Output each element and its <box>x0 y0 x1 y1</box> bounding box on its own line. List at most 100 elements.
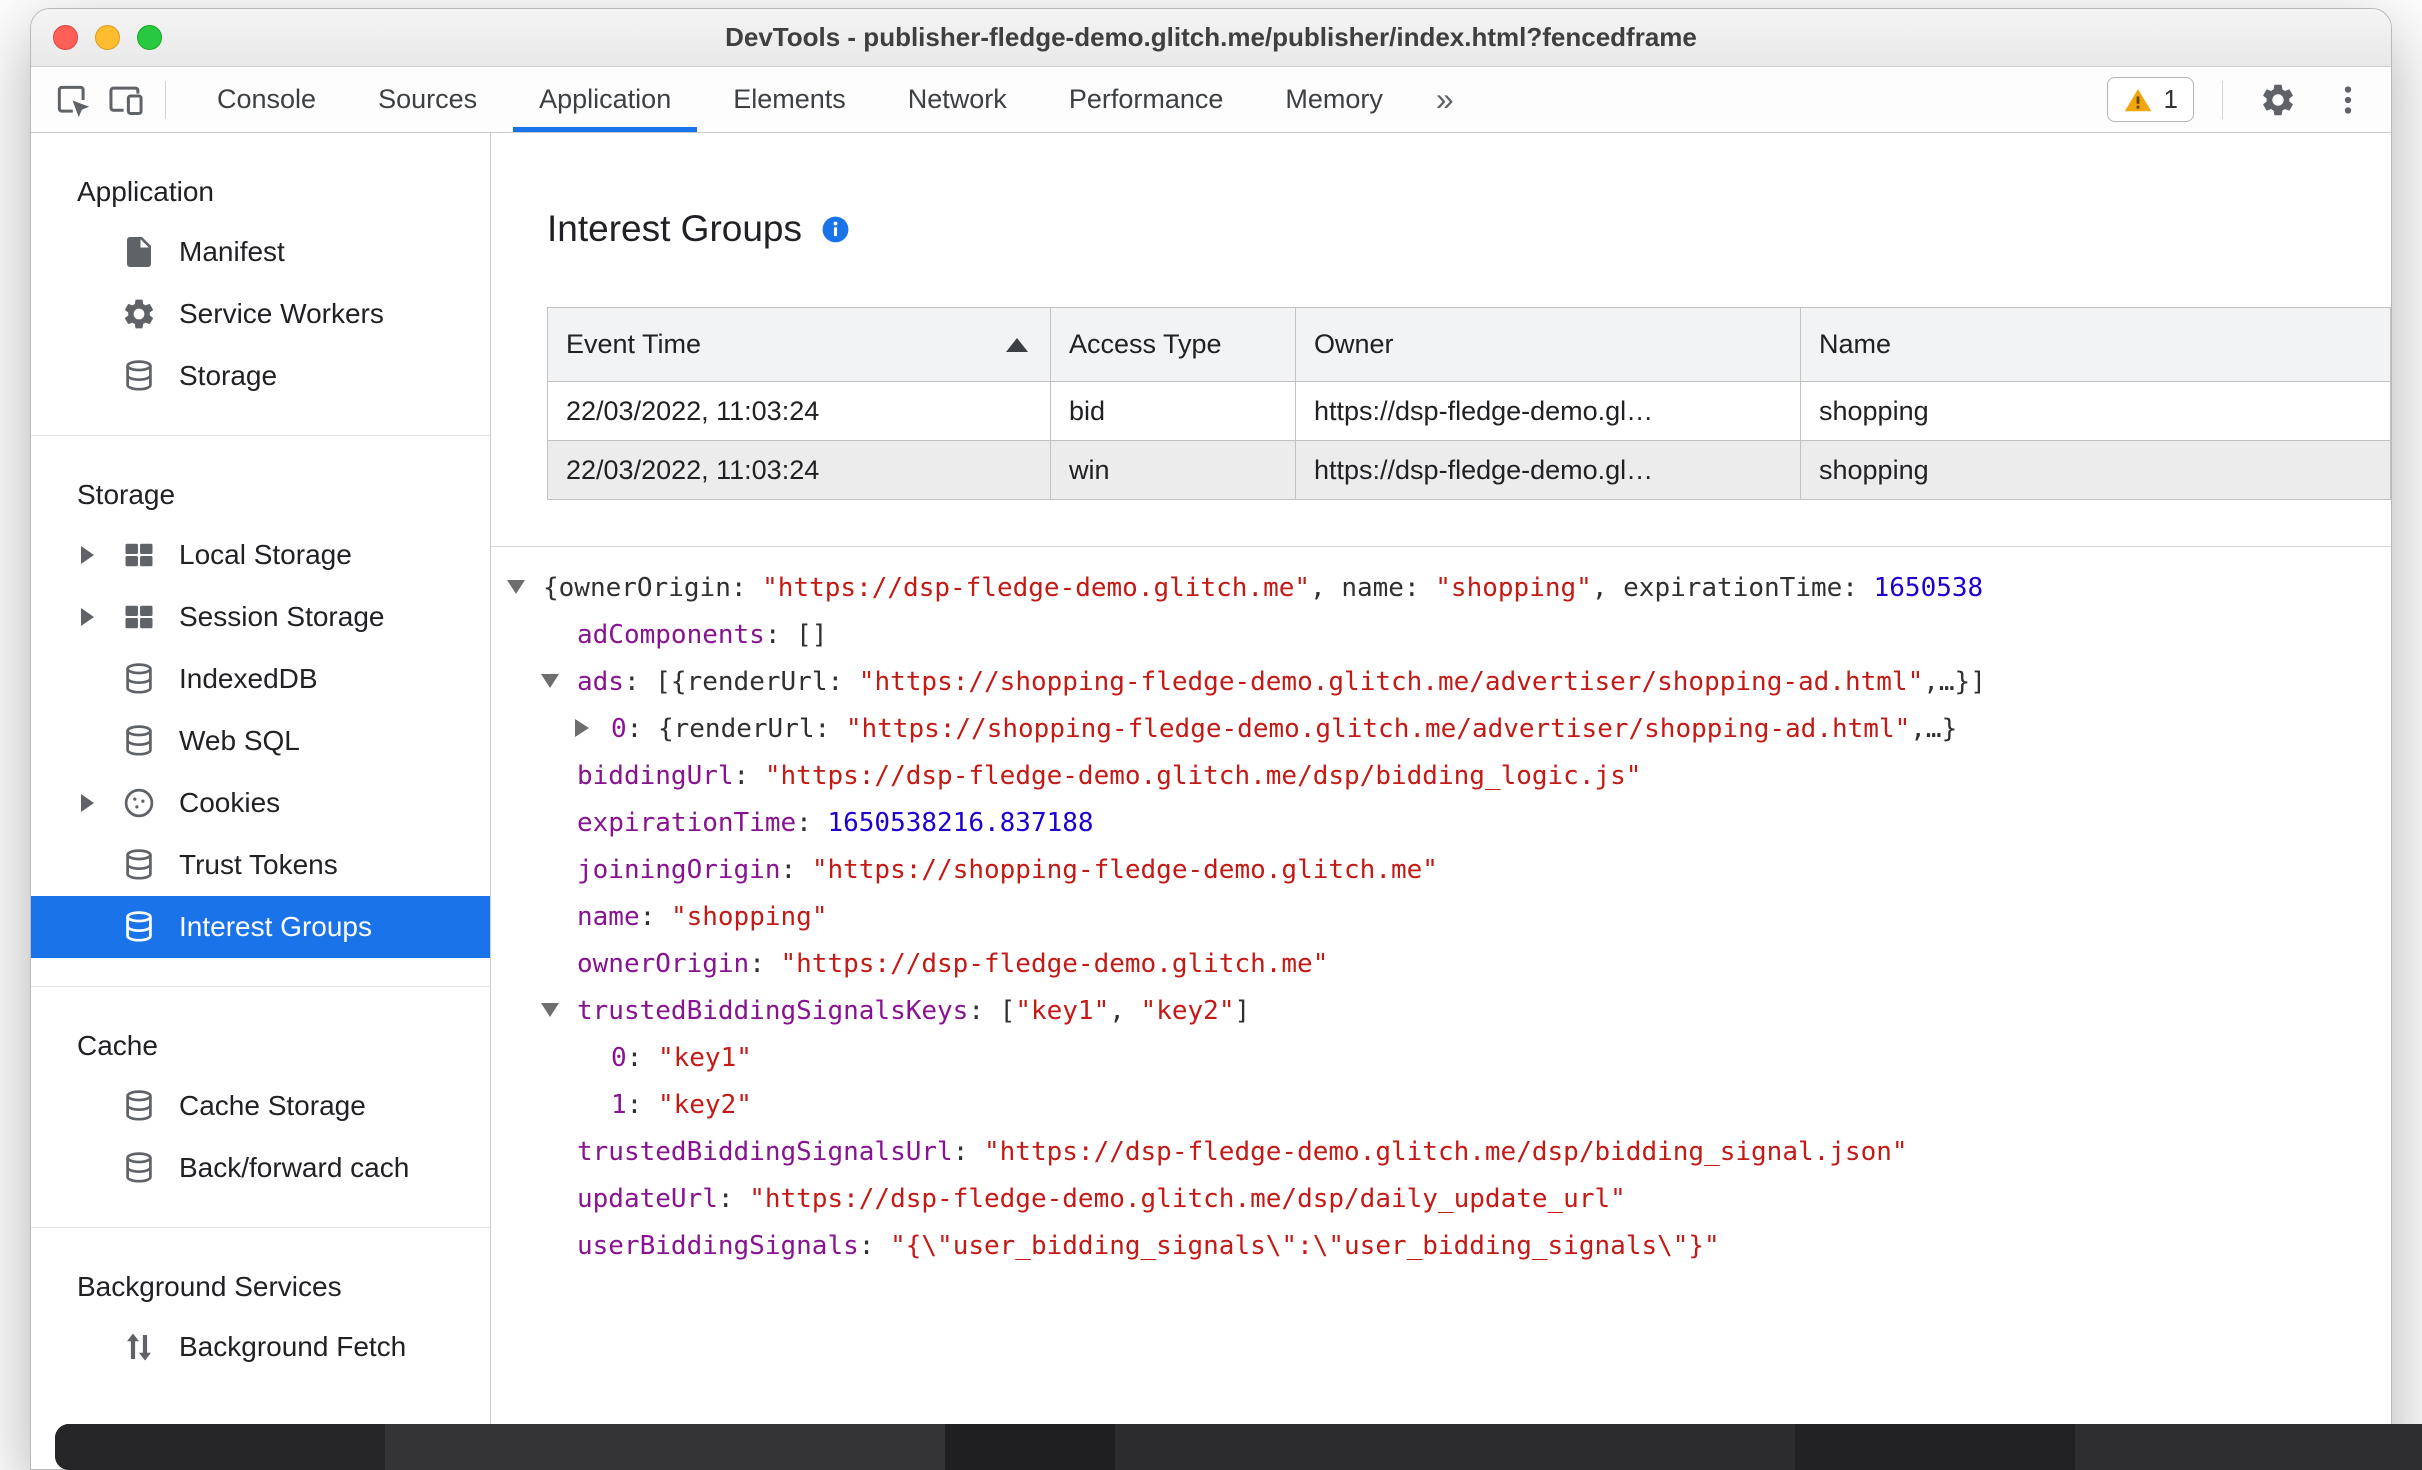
tab-application[interactable]: Application <box>508 67 702 132</box>
tree-line[interactable]: 0: "key1" <box>507 1035 2391 1082</box>
collapse-arrow-icon[interactable] <box>541 659 577 706</box>
panel-header: Interest Groups <box>547 203 2391 255</box>
table-icon <box>121 537 157 573</box>
settings-gear-icon[interactable] <box>2251 73 2305 127</box>
tab-sources[interactable]: Sources <box>347 67 508 132</box>
table-row[interactable]: 22/03/2022, 11:03:24 bid https://dsp-fledg… <box>547 381 2391 441</box>
interest-groups-panel: Interest Groups Event Time Access Type Own… <box>491 133 2391 1469</box>
sidebar-item-back-forward-cach[interactable]: Back/forward cach <box>31 1137 490 1199</box>
close-button[interactable] <box>53 25 78 50</box>
table-row[interactable]: 22/03/2022, 11:03:24 win https://dsp-fledg… <box>547 440 2391 500</box>
table-cell: https://dsp-fledge-demo.gl… <box>1295 440 1801 500</box>
sidebar-item-service-workers[interactable]: Service Workers <box>31 283 490 345</box>
tree-line[interactable]: expirationTime: 1650538216.837188 <box>507 800 2391 847</box>
column-label: Event Time <box>566 329 702 359</box>
punctuation: : <box>639 902 671 932</box>
database-icon <box>121 909 157 945</box>
object-tree: { ownerOrigin: "https://dsp-fledge-demo.g… <box>491 547 2391 1469</box>
punctuation: : <box>796 808 828 838</box>
punctuation: : <box>623 667 656 697</box>
sidebar-section-title: Application <box>77 176 214 207</box>
string-value: "key1" <box>1015 996 1110 1026</box>
tree-line[interactable]: adComponents: [] <box>507 612 2391 659</box>
tree-line[interactable]: updateUrl: "https://dsp-fledge-demo.glit… <box>507 1176 2391 1223</box>
table-cell: shopping <box>1800 381 2391 441</box>
sidebar-item-interest-groups[interactable]: Interest Groups <box>31 896 490 958</box>
more-options-icon[interactable] <box>2321 73 2375 127</box>
collapse-arrow-icon[interactable] <box>541 988 577 1035</box>
sidebar-item-background-fetch[interactable]: Background Fetch <box>31 1316 490 1378</box>
column-header-name[interactable]: Name <box>1800 307 2391 382</box>
sidebar-section-title: Background Services <box>77 1271 342 1302</box>
minimize-button[interactable] <box>95 25 120 50</box>
more-tabs-button[interactable]: » <box>1414 81 1476 118</box>
property-key: expirationTime <box>577 808 797 838</box>
punctuation: : <box>626 1043 658 1073</box>
gear-icon <box>121 296 157 332</box>
device-toolbar-icon[interactable] <box>99 73 153 127</box>
punctuation: , <box>1310 573 1342 603</box>
expand-triangle-icon[interactable] <box>81 794 121 812</box>
column-header-owner[interactable]: Owner <box>1295 307 1801 382</box>
zoom-button[interactable] <box>137 25 162 50</box>
document-icon <box>121 234 157 270</box>
property-key: adComponents <box>577 620 765 650</box>
punctuation: : <box>968 996 1000 1026</box>
tab-console[interactable]: Console <box>186 67 347 132</box>
property-key: ads <box>577 667 624 697</box>
sidebar-item-manifest[interactable]: Manifest <box>31 221 490 283</box>
tree-line[interactable]: 0: {renderUrl: "https://shopping-fledge-… <box>507 706 2391 753</box>
sidebar-item-indexeddb[interactable]: IndexedDB <box>31 648 490 710</box>
column-label: Name <box>1819 329 1892 359</box>
punctuation: : <box>1842 573 1874 603</box>
tree-line[interactable]: name: "shopping" <box>507 894 2391 941</box>
tab-network[interactable]: Network <box>877 67 1038 132</box>
expand-arrow-icon[interactable] <box>575 706 611 753</box>
dock-segment <box>945 1424 1115 1470</box>
tree-line[interactable]: userBiddingSignals: "{\"user_bidding_sig… <box>507 1223 2391 1270</box>
dock-segment <box>385 1424 945 1470</box>
tree-line[interactable]: 1: "key2" <box>507 1082 2391 1129</box>
preview-key: renderUrl <box>673 714 815 744</box>
sidebar-item-label: Trust Tokens <box>179 849 338 880</box>
sidebar-item-trust-tokens[interactable]: Trust Tokens <box>31 834 490 896</box>
tab-memory[interactable]: Memory <box>1254 67 1414 132</box>
punctuation: { <box>657 714 674 744</box>
inspect-element-icon[interactable] <box>45 73 99 127</box>
tree-line[interactable]: trustedBiddingSignalsKeys: ["key1", "key… <box>507 988 2391 1035</box>
sidebar-item-web-sql[interactable]: Web SQL <box>31 710 490 772</box>
sidebar-item-label: Manifest <box>179 236 285 267</box>
string-value: "shopping" <box>670 902 828 932</box>
sidebar-item-local-storage[interactable]: Local Storage <box>31 524 490 586</box>
column-header-event-time[interactable]: Event Time <box>547 307 1051 382</box>
sidebar-item-storage[interactable]: Storage <box>31 345 490 407</box>
issues-badge[interactable]: 1 <box>2106 77 2194 122</box>
sidebar-item-cookies[interactable]: Cookies <box>31 772 490 834</box>
dock-segment <box>55 1424 385 1470</box>
traffic-lights <box>31 25 162 50</box>
tab-elements[interactable]: Elements <box>702 67 877 132</box>
tree-line[interactable]: joiningOrigin: "https://shopping-fledge-… <box>507 847 2391 894</box>
expand-triangle-icon[interactable] <box>81 608 121 626</box>
info-icon[interactable] <box>820 214 851 245</box>
database-icon <box>121 723 157 759</box>
tree-line[interactable]: {ownerOrigin: "https://dsp-fledge-demo.g… <box>507 565 2391 612</box>
string-value: "https://shopping-fledge-demo.glitch.me/… <box>858 667 1924 697</box>
table-cell: shopping <box>1800 440 2391 500</box>
sidebar-item-session-storage[interactable]: Session Storage <box>31 586 490 648</box>
tree-line[interactable]: ownerOrigin: "https://dsp-fledge-demo.gl… <box>507 941 2391 988</box>
property-key: 0 <box>611 1043 627 1073</box>
property-key: ownerOrigin <box>577 949 750 979</box>
sort-ascending-icon <box>1006 337 1028 352</box>
tree-line[interactable]: trustedBiddingSignalsUrl: "https://dsp-f… <box>507 1129 2391 1176</box>
toolbar-divider <box>165 80 166 119</box>
expand-triangle-icon[interactable] <box>81 546 121 564</box>
tree-line[interactable]: biddingUrl: "https://dsp-fledge-demo.gli… <box>507 753 2391 800</box>
column-header-access-type[interactable]: Access Type <box>1050 307 1296 382</box>
database-icon <box>121 847 157 883</box>
sidebar-item-cache-storage[interactable]: Cache Storage <box>31 1075 490 1137</box>
tab-performance[interactable]: Performance <box>1038 67 1255 132</box>
tree-line[interactable]: ads: [{renderUrl: "https://shopping-fled… <box>507 659 2391 706</box>
table-cell: win <box>1050 440 1296 500</box>
collapse-arrow-icon[interactable] <box>507 565 543 612</box>
